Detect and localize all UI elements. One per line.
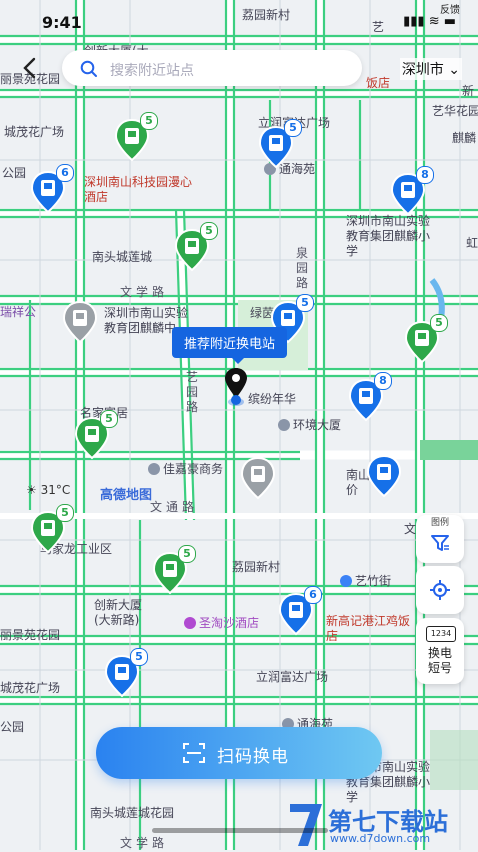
- map-label: 佳嘉豪商务: [148, 462, 223, 476]
- top-bar: 搜索附近站点 深圳市 ⌄: [16, 50, 466, 88]
- station-count-badge: 8: [416, 166, 434, 184]
- swap-code-label: 换电短号: [427, 646, 452, 675]
- station-pin[interactable]: 6: [278, 586, 322, 636]
- scan-icon: [183, 743, 205, 763]
- station-count-badge: 6: [304, 586, 322, 604]
- station-pin[interactable]: 5: [152, 545, 196, 595]
- map-label: 虹: [466, 236, 478, 250]
- search-input[interactable]: 搜索附近站点: [62, 50, 362, 86]
- locate-button[interactable]: [416, 566, 464, 614]
- station-count-badge: 5: [178, 545, 196, 563]
- street-label: 文学路: [120, 285, 169, 299]
- map-label: 南头城莲城花园: [90, 806, 175, 820]
- map-label: 深圳市南山实验教育集团麒麟小学: [346, 214, 431, 258]
- map-label: 丽景苑花园: [0, 628, 61, 642]
- scan-button-label: 扫码换电: [217, 747, 289, 767]
- search-placeholder: 搜索附近站点: [110, 63, 194, 79]
- map-label: 创新大厦(大新路): [94, 598, 143, 627]
- map-roads: [0, 0, 478, 850]
- station-pin[interactable]: 8: [390, 166, 434, 216]
- station-count-badge: 8: [374, 372, 392, 390]
- legend-button[interactable]: 图例: [416, 515, 464, 563]
- station-pin[interactable]: 5: [104, 648, 148, 698]
- status-bar: 9:41 反馈 ▮▮▮ ≋ ▬: [0, 0, 478, 40]
- map-label: 新高记港江鸡饭店: [326, 614, 411, 643]
- station-pin[interactable]: 5: [74, 410, 118, 460]
- street-label: 艺园路: [186, 370, 199, 414]
- weather-readout: ☀ 31°C: [26, 483, 70, 497]
- poi-icon: [340, 575, 352, 587]
- recommend-tooltip[interactable]: 推荐附近换电站: [172, 327, 288, 364]
- map-label: 深圳南山科技园漫心酒店: [84, 175, 193, 204]
- scan-swap-button[interactable]: 扫码换电: [96, 727, 382, 779]
- map-label: 公园: [0, 720, 25, 734]
- poi-label: 环境大厦: [293, 418, 342, 432]
- chevron-down-icon: ⌄: [448, 62, 460, 78]
- map-label: 艺华花园: [432, 104, 478, 118]
- chevron-left-icon[interactable]: [20, 56, 46, 82]
- station-pin[interactable]: 5: [404, 314, 448, 364]
- poi-icon: [184, 617, 196, 629]
- station-pin[interactable]: 5: [114, 112, 158, 162]
- map-label: 环境大厦: [278, 418, 341, 432]
- current-location-pin: [222, 366, 250, 414]
- map-label: 南头城莲城: [92, 250, 153, 264]
- home-indicator: [152, 828, 328, 833]
- poi-icon: [278, 419, 290, 431]
- city-selector[interactable]: 深圳市 ⌄: [399, 58, 462, 80]
- map-label: 麒麟: [452, 131, 477, 145]
- map-view[interactable]: 荔园新村 创新大厦(大 艺 新 丽景苑花园 饭店 立润富达广场 艺华花园 城茂花…: [0, 0, 478, 850]
- legend-label: 图例: [430, 518, 449, 528]
- poi-label: 艺竹街: [355, 574, 392, 588]
- watermark-logo-icon: [290, 804, 322, 846]
- weather-icon: ☀: [26, 483, 37, 497]
- station-pin[interactable]: [62, 300, 98, 344]
- map-label: 城茂花广场: [4, 125, 65, 139]
- station-pin[interactable]: 8: [348, 372, 392, 422]
- station-count-badge: 5: [200, 222, 218, 240]
- code-badge: 1234: [426, 626, 456, 642]
- map-label: 城茂花广场: [0, 681, 61, 695]
- city-label: 深圳市: [401, 62, 444, 78]
- locate-icon: [430, 580, 450, 600]
- station-pin[interactable]: [240, 456, 276, 500]
- amap-logo: 高德地图: [100, 488, 153, 503]
- poi-label: 圣淘沙酒店: [199, 616, 260, 630]
- poi-label: 佳嘉豪商务: [163, 462, 224, 476]
- station-count-badge: 5: [284, 119, 302, 137]
- map-label: 瑞祥公: [0, 305, 37, 319]
- street-label: 文学路: [120, 836, 169, 850]
- watermark-url: www.d7down.com: [330, 832, 431, 845]
- status-time: 9:41: [42, 13, 82, 32]
- station-count-badge: 5: [140, 112, 158, 130]
- search-icon: [80, 60, 97, 77]
- map-label: 文: [404, 522, 417, 536]
- map-label: 立润富达广场: [256, 670, 329, 684]
- station-count-badge: 5: [296, 294, 314, 312]
- watermark: 第七下载站 www.d7down.com: [286, 800, 448, 852]
- weather-text: 31°C: [40, 483, 71, 497]
- map-label: 圣淘沙酒店: [184, 616, 259, 630]
- map-label: 艺竹街: [340, 574, 391, 588]
- map-label: 荔园新村: [232, 560, 281, 574]
- station-pin[interactable]: 5: [258, 119, 302, 169]
- swap-code-button[interactable]: 1234 换电短号: [416, 618, 464, 684]
- station-pin[interactable]: 6: [30, 164, 74, 214]
- status-icons: ▮▮▮ ≋ ▬: [403, 14, 456, 29]
- station-count-badge: 5: [100, 410, 118, 428]
- filter-icon: [431, 535, 449, 551]
- street-label: 泉园路: [296, 246, 309, 290]
- station-count-badge: 5: [430, 314, 448, 332]
- station-count-badge: 5: [130, 648, 148, 666]
- poi-icon: [148, 463, 160, 475]
- map-label: 缤纷年华: [248, 392, 297, 406]
- station-pin[interactable]: 5: [174, 222, 218, 272]
- street-label: 文通路: [150, 500, 199, 514]
- station-count-badge: 6: [56, 164, 74, 182]
- station-pin[interactable]: 5: [30, 504, 74, 554]
- map-label: 公园: [2, 166, 27, 180]
- station-pin[interactable]: [366, 454, 402, 498]
- station-count-badge: 5: [56, 504, 74, 522]
